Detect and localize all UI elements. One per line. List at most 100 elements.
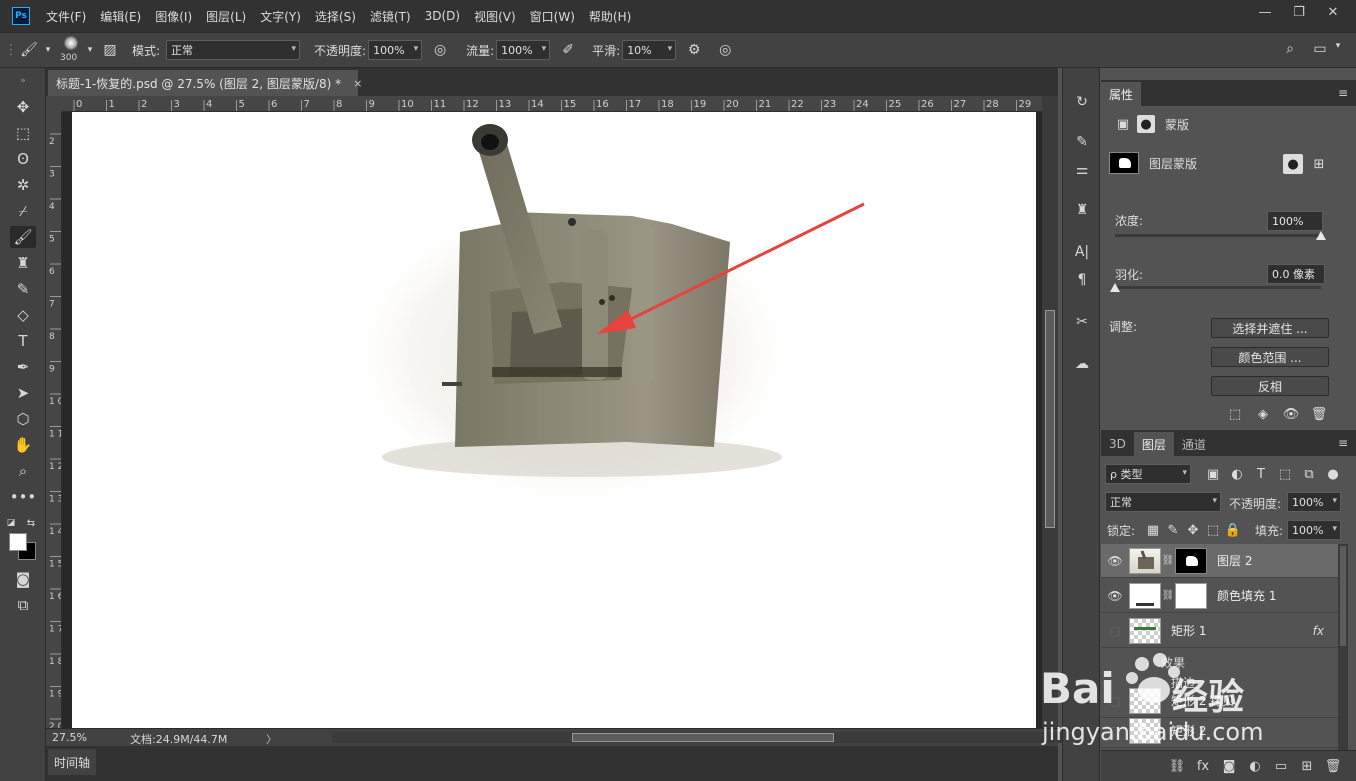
invert-button[interactable]: 反相 <box>1211 376 1329 396</box>
trash-icon[interactable]: 🗑 <box>1320 759 1346 774</box>
history-brush-tool-icon[interactable]: ✎ <box>10 278 36 300</box>
opacity-input[interactable]: 100% ▾ <box>368 40 423 60</box>
select-mask-icon[interactable]: ● <box>1283 154 1303 174</box>
visibility-toggle[interactable]: ▢ <box>1101 694 1129 708</box>
menu-edit[interactable]: 编辑(E) <box>100 8 141 25</box>
fill-input[interactable]: 100% ▾ <box>1287 520 1341 540</box>
menu-layer[interactable]: 图层(L) <box>206 8 246 25</box>
menu-window[interactable]: 窗口(W) <box>530 8 575 25</box>
layer-opacity-input[interactable]: 100% ▾ <box>1287 492 1341 512</box>
adjustments-panel-icon[interactable]: ⚌ <box>1069 158 1095 182</box>
tab-3d[interactable]: 3D <box>1101 432 1134 456</box>
layer-mask-thumbnail[interactable] <box>1175 547 1207 574</box>
density-slider-knob[interactable] <box>1316 231 1326 240</box>
vertical-scrollbar[interactable] <box>1042 96 1058 728</box>
brush-settings-panel-icon[interactable]: ✎ <box>1069 130 1095 154</box>
layers-scrollbar-thumb[interactable] <box>1340 546 1346 646</box>
chevron-down-icon[interactable]: ▾ <box>84 45 96 55</box>
libraries-panel-icon[interactable]: ☁ <box>1069 352 1095 376</box>
layer-row-rect2[interactable]: ▢ 矩形 2 <box>1101 714 1338 748</box>
layer-mask-icon[interactable]: ● <box>1137 115 1155 133</box>
tab-channels[interactable]: 通道 <box>1174 432 1214 456</box>
feather-slider-knob[interactable] <box>1110 283 1120 292</box>
add-vector-mask-icon[interactable]: ⊞ <box>1309 154 1329 174</box>
menu-select[interactable]: 选择(S) <box>315 8 356 25</box>
menu-help[interactable]: 帮助(H) <box>589 8 631 25</box>
default-colors-icon[interactable]: ◪ <box>4 512 18 534</box>
gear-icon[interactable]: ⚙ <box>676 42 712 58</box>
history-panel-icon[interactable]: ↻ <box>1069 90 1095 114</box>
menu-file[interactable]: 文件(F) <box>46 8 86 25</box>
visibility-toggle[interactable]: ▢ <box>1101 724 1129 738</box>
magic-wand-tool-icon[interactable]: ✲ <box>10 174 36 196</box>
move-tool-icon[interactable]: ✥ <box>10 96 36 118</box>
restore-button[interactable]: ❐ <box>1284 2 1314 22</box>
eraser-tool-icon[interactable]: ◇ <box>10 304 36 326</box>
pixel-mask-icon[interactable]: ▣ <box>1113 114 1133 134</box>
flow-input[interactable]: 100% ▾ <box>496 40 551 60</box>
lock-artboard-icon[interactable]: ⬚ <box>1203 520 1223 540</box>
layer-row-rect2-copy[interactable]: ▢ 矩形 2 拷贝 <box>1101 684 1338 718</box>
layers-scrollbar[interactable] <box>1338 544 1348 750</box>
image-filter-icon[interactable]: ▣ <box>1201 464 1225 484</box>
marquee-tool-icon[interactable]: ⬚ <box>10 122 36 144</box>
lock-all-icon[interactable]: 🔒 <box>1223 520 1243 540</box>
fx-icon[interactable]: fx <box>1190 759 1216 774</box>
workspace-icon[interactable]: ▭ <box>1310 41 1330 57</box>
layer-mask-thumbnail[interactable] <box>1175 582 1207 609</box>
brush-preset-picker[interactable]: 300 <box>58 35 84 65</box>
link-layers-icon[interactable]: ⛓ <box>1164 759 1190 774</box>
density-slider[interactable] <box>1115 234 1321 237</box>
lasso-tool-icon[interactable]: ʘ <box>10 148 36 170</box>
color-range-button[interactable]: 颜色范围 ... <box>1211 347 1329 367</box>
brush-settings-icon[interactable]: ▨ <box>96 42 124 58</box>
eye-icon[interactable]: 👁 <box>1101 554 1129 568</box>
eye-icon[interactable]: 👁 <box>1101 589 1129 603</box>
screen-mode-icon[interactable]: ⧉ <box>10 594 36 616</box>
chevron-down-icon[interactable]: ▾ <box>42 45 54 55</box>
character-panel-icon[interactable]: A| <box>1069 240 1095 264</box>
horizontal-scrollbar-thumb[interactable] <box>572 733 834 742</box>
collapse-icon[interactable]: » <box>10 70 36 92</box>
foreground-color-swatch[interactable] <box>9 533 27 551</box>
ruler-origin[interactable] <box>46 96 62 112</box>
feather-input[interactable]: 0.0 像素 <box>1267 264 1325 284</box>
trash-icon[interactable]: 🗑 <box>1305 404 1333 424</box>
horizontal-scrollbar[interactable] <box>332 732 1072 743</box>
eyedropper-tool-icon[interactable]: ⌿ <box>10 200 36 222</box>
new-group-icon[interactable]: ▭ <box>1268 759 1294 774</box>
tools-preset-panel-icon[interactable]: ✂ <box>1069 310 1095 334</box>
lock-position-icon[interactable]: ✥ <box>1183 520 1203 540</box>
filter-toggle-icon[interactable]: ● <box>1321 464 1345 484</box>
type-filter-icon[interactable]: T <box>1249 464 1273 484</box>
status-menu-arrow-icon[interactable]: 〉 <box>266 731 277 747</box>
link-icon[interactable]: ⛓ <box>1161 590 1175 601</box>
mode-select[interactable]: 正常 ▾ <box>166 40 301 60</box>
menu-image[interactable]: 图像(I) <box>155 8 192 25</box>
panel-menu-icon[interactable]: ≡ <box>1338 436 1348 450</box>
path-selection-tool-icon[interactable]: ➤ <box>10 382 36 404</box>
chevron-down-icon[interactable]: ▾ <box>1332 41 1344 51</box>
link-icon[interactable]: ⛓ <box>1161 555 1175 566</box>
hand-tool-icon[interactable]: ✋ <box>10 434 36 456</box>
menu-view[interactable]: 视图(V) <box>474 8 516 25</box>
menu-filter[interactable]: 滤镜(T) <box>370 8 411 25</box>
shape-tool-icon[interactable]: ⬡ <box>10 408 36 430</box>
stamp-tool-icon[interactable]: ♜ <box>10 252 36 274</box>
layer-row-rect1[interactable]: ▢ 矩形 1 fx <box>1101 614 1338 648</box>
document-canvas[interactable] <box>72 112 1036 728</box>
zoom-level[interactable]: 27.5% <box>52 731 87 744</box>
pressure-opacity-icon[interactable]: ◎ <box>422 42 458 58</box>
menu-3d[interactable]: 3D(D) <box>425 9 460 23</box>
new-layer-icon[interactable]: ⊞ <box>1294 759 1320 774</box>
pressure-size-icon[interactable]: ◎ <box>712 42 738 58</box>
adjustment-filter-icon[interactable]: ◐ <box>1225 464 1249 484</box>
type-tool-icon[interactable]: T <box>10 330 36 352</box>
document-tab[interactable]: 标题-1-恢复的.psd @ 27.5% (图层 2, 图层蒙版/8) * × <box>48 70 362 96</box>
layer-row-layer2[interactable]: 👁 ⛓ 图层 2 <box>1101 544 1338 578</box>
adjustment-layer-icon[interactable]: ◐ <box>1242 759 1268 774</box>
close-icon[interactable]: × <box>353 77 362 90</box>
select-and-mask-button[interactable]: 选择并遮住 ... <box>1211 318 1329 338</box>
feather-slider[interactable] <box>1115 286 1321 289</box>
blend-mode-select[interactable]: 正常 ▾ <box>1105 492 1221 512</box>
